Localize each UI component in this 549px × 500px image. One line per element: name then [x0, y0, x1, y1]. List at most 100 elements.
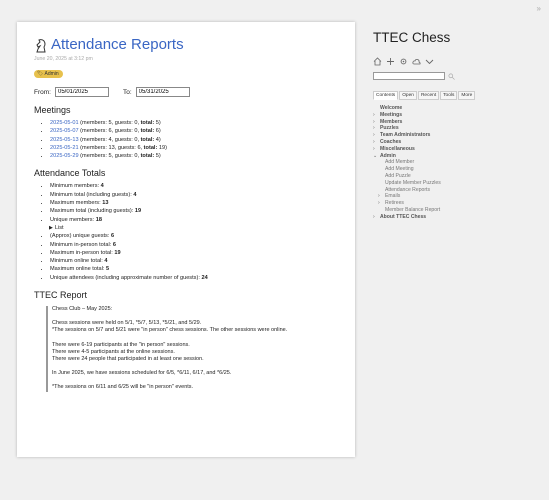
gear-icon[interactable]	[399, 53, 408, 65]
report-line: There were 24 people that participated i…	[52, 356, 204, 363]
report-line: Chess sessions were held on 5/1, *5/7, 5…	[52, 320, 202, 327]
tab-tools[interactable]: Tools	[440, 91, 458, 100]
nav-label: About TTEC Chess	[380, 213, 427, 220]
members-value: 5	[108, 120, 112, 126]
report-paragraph: Chess sessions were held on 5/1, *5/7, 5…	[52, 320, 338, 334]
members-value: 13	[108, 144, 115, 151]
chevron-right-icon: ›	[378, 200, 380, 207]
nav-item-add-meeting[interactable]: Add Meeting	[385, 166, 533, 173]
nav-item-about[interactable]: › About TTEC Chess	[373, 214, 533, 221]
from-label: From:	[34, 88, 51, 96]
chevron-right-icon: ›	[373, 145, 375, 152]
meeting-link[interactable]: 2025-05-01	[50, 120, 79, 126]
stat-value: 5	[105, 266, 110, 273]
guests-value: 0	[134, 153, 138, 160]
nav-item-members[interactable]: › Members	[373, 119, 533, 126]
admin-badge[interactable]: 🏷 Admin	[34, 70, 63, 78]
members-list-toggle[interactable]: ▶ List	[49, 224, 338, 232]
chevron-down-icon[interactable]	[425, 53, 434, 65]
stat-label: Unique members:	[50, 216, 95, 223]
nav-item-update-puzzles[interactable]: Update Member Puzzles	[385, 180, 533, 187]
nav-label: Miscellaneous	[380, 145, 415, 152]
nav-item-emails[interactable]: › Emails	[378, 193, 533, 200]
chevron-right-icon: ›	[373, 132, 375, 139]
total-label: total:	[140, 153, 155, 160]
search-row	[373, 67, 533, 85]
tab-contents[interactable]: Contents	[373, 91, 399, 100]
list-item: 2025-05-13 (members: 4, guests: 0, total…	[50, 136, 338, 144]
nav-label: Retirees	[385, 200, 404, 207]
guests-label: guests:	[117, 144, 136, 151]
stat-label: (Approx) unique guests:	[50, 233, 110, 240]
list-item: Unique attendees (including approximate …	[50, 274, 338, 282]
meeting-link[interactable]: 2025-05-29	[50, 153, 79, 159]
guests-value: 0	[134, 120, 138, 126]
toggle-label: List	[54, 224, 64, 231]
nav-item-attendance-reports[interactable]: Attendance Reports	[385, 187, 533, 194]
stat-label: Maximum total (including guests):	[50, 208, 134, 215]
page-date: June 20, 2025 at 3:12 pm	[34, 56, 93, 62]
report-paragraph: Chess Club – May 2025:	[52, 306, 113, 313]
report-paragraph: In June 2025, we have sessions scheduled…	[52, 370, 232, 377]
from-date-input[interactable]	[54, 87, 109, 97]
meetings-list: 2025-05-01 (members: 5, guests: 0, total…	[34, 119, 338, 160]
nav-label: Admin	[380, 152, 396, 159]
nav-item-add-member[interactable]: Add Member	[385, 159, 533, 166]
chevron-right-icon: ›	[373, 213, 375, 220]
nav-item-coaches[interactable]: › Coaches	[373, 139, 533, 146]
cloud-icon[interactable]	[412, 53, 421, 65]
nav-item-team-admins[interactable]: › Team Administrators	[373, 132, 533, 139]
chevron-right-icon: ›	[373, 118, 375, 125]
stat-label: Unique attendees (including approximate …	[50, 274, 200, 281]
total-value: 5	[155, 120, 159, 126]
search-icon[interactable]	[448, 67, 455, 85]
meeting-link[interactable]: 2025-05-21	[50, 145, 79, 151]
nav-item-meetings[interactable]: › Meetings	[373, 112, 533, 119]
totals-heading: Attendance Totals	[34, 168, 106, 179]
sidebar-title: TTEC Chess	[373, 30, 451, 45]
members-label: members:	[82, 153, 107, 160]
list-item: Maximum in-person total: 19	[50, 249, 338, 257]
nav-label: Emails	[385, 193, 401, 200]
list-item: Minimum members: 4	[50, 182, 338, 190]
search-input[interactable]	[373, 72, 445, 80]
date-range: From: To:	[34, 87, 338, 97]
nav-item-admin[interactable]: ⌄ Admin	[373, 153, 533, 160]
stat-value: 19	[114, 249, 121, 256]
total-value: 4	[155, 136, 159, 143]
nav-item-welcome[interactable]: Welcome	[380, 105, 533, 112]
tab-open[interactable]: Open	[399, 91, 417, 100]
nav-item-misc[interactable]: › Miscellaneous	[373, 146, 533, 153]
list-item: (Approx) unique guests: 6	[50, 232, 338, 240]
total-label: total:	[140, 136, 155, 143]
nav-item-retirees[interactable]: › Retirees	[378, 200, 533, 207]
nav-label: Coaches	[380, 138, 402, 145]
expand-icon[interactable]: »	[537, 4, 541, 13]
meeting-link[interactable]: 2025-05-07	[50, 128, 79, 134]
home-icon[interactable]	[373, 53, 382, 66]
stat-label: Minimum in-person total:	[50, 241, 112, 248]
sidebar-tabs: Contents Open Recent Tools More	[373, 91, 533, 100]
nav-item-puzzles[interactable]: › Puzzles	[373, 125, 533, 132]
chevron-right-icon: ›	[378, 193, 380, 200]
tag-icon: 🏷	[37, 71, 44, 77]
meeting-link[interactable]: 2025-05-13	[50, 137, 79, 143]
tab-more[interactable]: More	[458, 91, 476, 100]
list-item: Minimum online total: 4	[50, 257, 338, 265]
report-paragraph: There were 6-19 participants at the "in …	[52, 342, 338, 364]
nav-item-balance-report[interactable]: Member Balance Report	[385, 207, 533, 214]
to-date-input[interactable]	[135, 87, 190, 97]
chevron-right-icon: ›	[373, 138, 375, 145]
members-label: members:	[82, 120, 107, 126]
plus-icon[interactable]	[386, 53, 395, 65]
tab-recent[interactable]: Recent	[417, 91, 440, 100]
chevron-right-icon: ›	[373, 125, 375, 132]
report-paragraph: *The sessions on 6/11 and 6/25 will be "…	[52, 384, 194, 391]
nav-item-add-puzzle[interactable]: Add Puzzle	[385, 173, 533, 180]
stat-label: Maximum members:	[50, 200, 101, 207]
badge-label: Admin	[44, 71, 59, 77]
list-item: 2025-05-29 (members: 5, guests: 0, total…	[50, 152, 338, 160]
stat-value: 24	[201, 274, 208, 281]
chevron-down-icon: ⌄	[373, 152, 378, 159]
total-label: total:	[140, 128, 155, 135]
